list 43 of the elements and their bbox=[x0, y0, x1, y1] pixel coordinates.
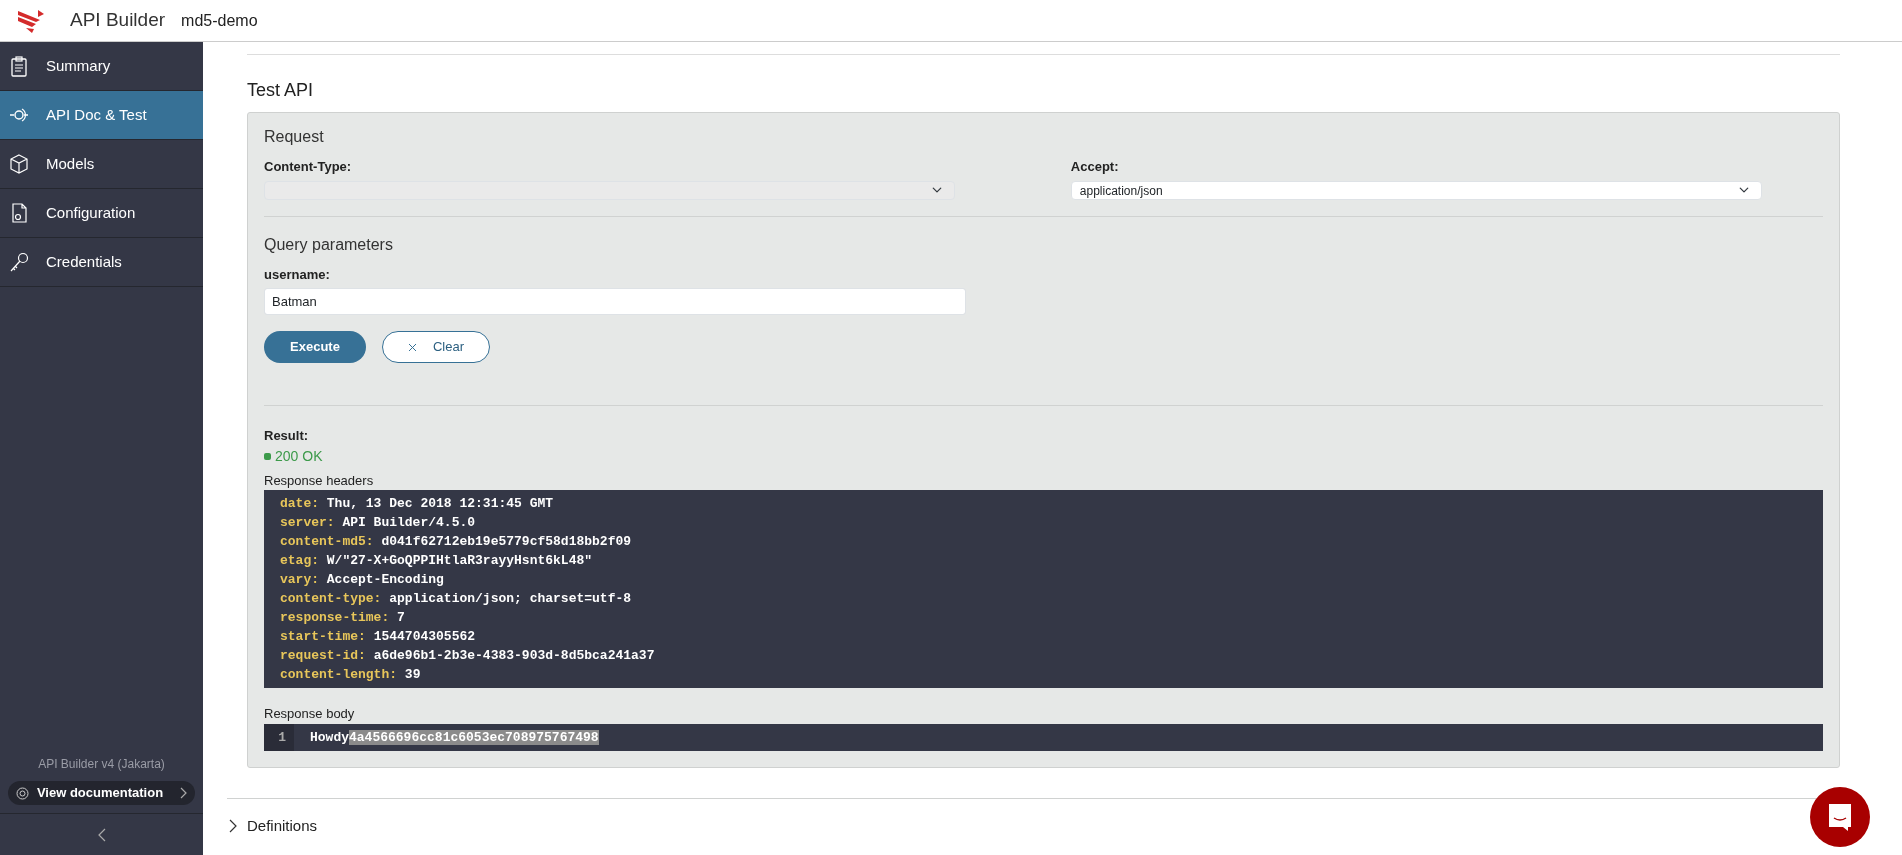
header-line: vary: Accept-Encoding bbox=[280, 571, 445, 589]
view-documentation-button[interactable]: View documentation bbox=[8, 781, 195, 805]
section-heading: Query parameters bbox=[264, 234, 394, 255]
selected-code-text: 4a4566696cc81c6053ec708975767498 bbox=[349, 729, 599, 745]
version-text: API Builder v4 (Jakarta) bbox=[37, 756, 166, 773]
response-headers-label: Response headers bbox=[264, 471, 375, 490]
header-line: content-md5: d041f62712eb19e5779cf58d18bb2f09 bbox=[280, 533, 633, 551]
header-line: content-type: application/json; charset=utf-8 bbox=[280, 590, 633, 608]
lifebuoy-icon bbox=[15, 786, 29, 800]
cube-icon bbox=[8, 153, 30, 175]
code-text: Howdy bbox=[310, 729, 349, 745]
result-label: Result: bbox=[264, 427, 310, 445]
line-number: 1 bbox=[264, 723, 294, 751]
username-field[interactable]: Batman bbox=[264, 288, 966, 315]
chat-button[interactable] bbox=[1810, 787, 1870, 847]
accept-select[interactable]: application/json bbox=[1070, 180, 1762, 200]
sidebar-item[interactable]: API Doc & Test bbox=[0, 91, 203, 140]
response-body-label: Response body bbox=[264, 705, 356, 723]
key-icon bbox=[8, 251, 30, 273]
chat-icon bbox=[1826, 802, 1854, 832]
header-line: date: Thu, 13 Dec 2018 12:31:45 GMT bbox=[280, 495, 555, 513]
header-line: etag: W/"27-X+GoQPPIHtlaR3rayyHsnt6kL48" bbox=[280, 552, 594, 570]
app-title: API Builder bbox=[70, 8, 166, 33]
header-line: content-length: 39 bbox=[280, 666, 422, 684]
definitions-toggle[interactable]: Definitions bbox=[227, 815, 318, 838]
header-line: request-id: a6de96b1-2b3e-4383-903d-8d5bca241a37 bbox=[280, 647, 656, 665]
section-heading: Request bbox=[264, 127, 325, 147]
field-label: Content-Type: bbox=[264, 158, 353, 176]
logo-icon bbox=[16, 7, 46, 34]
status-text: 200 OK bbox=[275, 446, 323, 466]
field-label: username: bbox=[264, 265, 331, 284]
clear-button[interactable]: Clear bbox=[382, 331, 490, 363]
header-line: response-time: 7 bbox=[280, 609, 406, 627]
header-line: server: API Builder/4.5.0 bbox=[280, 514, 477, 532]
execute-button[interactable]: Execute bbox=[264, 331, 366, 363]
field-label: Accept: bbox=[1070, 158, 1120, 176]
section-title: Test API bbox=[247, 79, 315, 102]
chevron-left-icon bbox=[97, 828, 106, 843]
project-name: md5-demo bbox=[181, 10, 258, 31]
clipboard-icon bbox=[8, 55, 30, 77]
header-line: start-time: 1544704305562 bbox=[280, 628, 477, 646]
chevron-right-icon bbox=[179, 787, 188, 799]
close-icon bbox=[407, 342, 417, 352]
